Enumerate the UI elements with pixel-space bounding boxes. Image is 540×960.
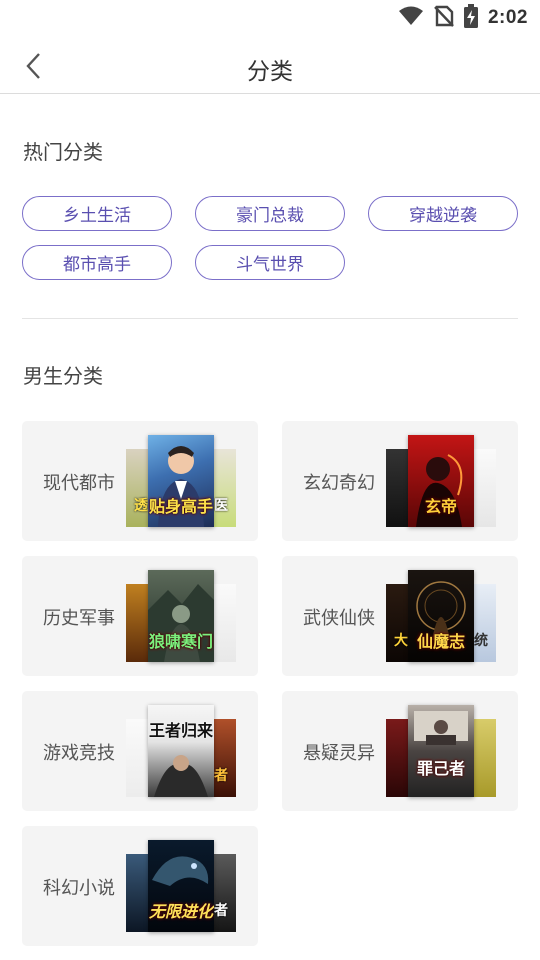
category-label: 游戏竞技: [43, 743, 115, 764]
app-header: 分类: [0, 36, 540, 94]
book-cover-front: 玄帝: [408, 435, 474, 527]
tag-xiangtu[interactable]: 乡土生活: [22, 196, 172, 231]
book-cover-front: 无限进化: [148, 840, 214, 932]
cover-stack: 透 医 贴身高手: [126, 435, 236, 527]
category-card-kehuan[interactable]: 科幻小说 者 无限进化: [22, 826, 258, 946]
no-sim-icon: [434, 5, 454, 31]
cover-stack: 狼啸寒门: [126, 570, 236, 662]
book-cover-front: 王者归来: [148, 705, 214, 797]
status-bar: 2:02: [0, 0, 540, 36]
category-label: 历史军事: [43, 608, 115, 629]
cover-title: 无限进化: [148, 902, 213, 921]
category-card-wuxia[interactable]: 武侠仙侠 大 统 仙魔志: [282, 556, 518, 676]
battery-charging-icon: [463, 4, 478, 32]
category-card-xuanyi[interactable]: 悬疑灵异 罪己者: [282, 691, 518, 811]
status-time: 2:02: [487, 7, 528, 28]
tag-dushi[interactable]: 都市高手: [22, 245, 172, 280]
category-card-xuanhuan[interactable]: 玄幻奇幻 玄帝: [282, 421, 518, 541]
book-cover-front: 仙魔志: [408, 570, 474, 662]
cover-stack: 罪己者: [386, 705, 496, 797]
category-card-lishi[interactable]: 历史军事 狼啸寒门: [22, 556, 258, 676]
category-label: 悬疑灵异: [303, 743, 375, 764]
male-section-title: 男生分类: [23, 364, 103, 388]
tag-douqi[interactable]: 斗气世界: [195, 245, 345, 280]
page-title: 分类: [247, 59, 293, 85]
tag-chuanyue[interactable]: 穿越逆袭: [368, 196, 518, 231]
cover-stack: 者 王者归来: [126, 705, 236, 797]
hot-section-title: 热门分类: [23, 140, 103, 164]
section-divider: [22, 318, 518, 319]
cover-title: 狼啸寒门: [148, 632, 213, 651]
cover-title: 仙魔志: [416, 632, 465, 651]
wifi-icon: [398, 6, 424, 30]
status-icons: 2:02: [398, 4, 528, 32]
category-label: 现代都市: [43, 473, 115, 494]
cover-stack: 者 无限进化: [126, 840, 236, 932]
cover-title: 王者归来: [148, 721, 213, 740]
book-cover-front: 罪己者: [408, 705, 474, 797]
category-card-youxi[interactable]: 游戏竞技 者 王者归来: [22, 691, 258, 811]
category-label: 玄幻奇幻: [303, 473, 375, 494]
cover-stack: 玄帝: [386, 435, 496, 527]
category-card-xiandai[interactable]: 现代都市 透 医 贴身高手: [22, 421, 258, 541]
category-label: 科幻小说: [43, 878, 115, 899]
cover-title: 玄帝: [424, 497, 457, 516]
tag-haomen[interactable]: 豪门总裁: [195, 196, 345, 231]
cover-title: 罪己者: [416, 759, 465, 778]
category-label: 武侠仙侠: [303, 608, 375, 629]
book-cover-front: 狼啸寒门: [148, 570, 214, 662]
book-cover-front: 贴身高手: [148, 435, 214, 527]
cover-stack: 大 统 仙魔志: [386, 570, 496, 662]
cover-title: 贴身高手: [148, 497, 213, 516]
